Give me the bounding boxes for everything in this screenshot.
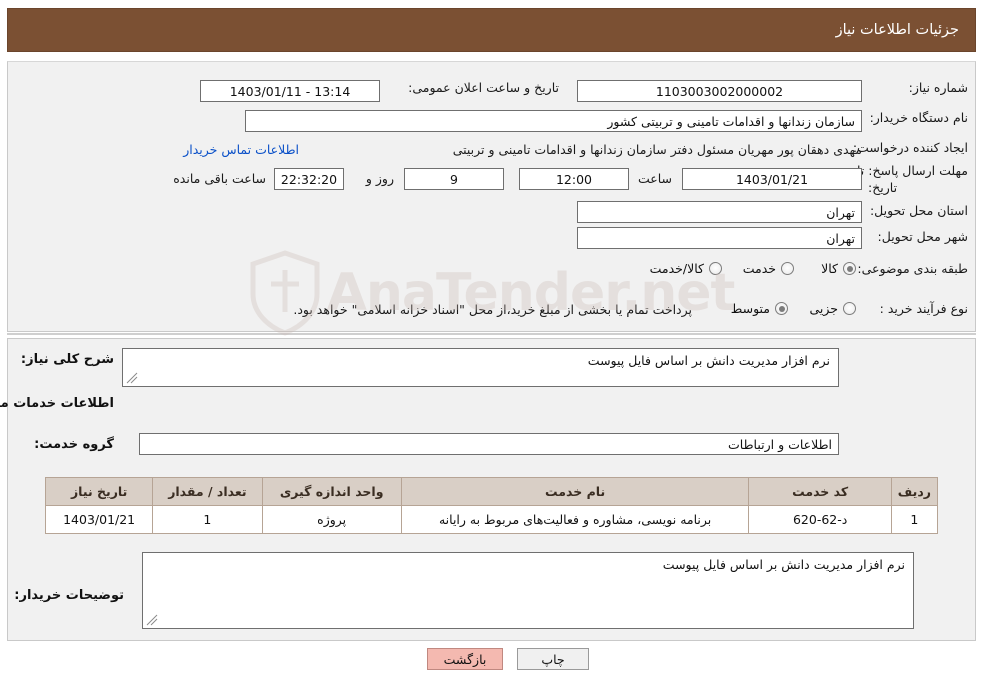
cell-code: د-62-620 — [749, 505, 893, 534]
radio-motevaset-icon[interactable] — [776, 302, 789, 315]
purchase-type-option-jozee-label: جزیی — [810, 301, 839, 316]
requester-value: مهدی دهقان پور مهریان مسئول دفتر سازمان … — [453, 142, 863, 157]
category-option-kala-khedmat[interactable]: کالا/خدمت — [651, 261, 723, 276]
print-button[interactable]: چاپ — [518, 648, 590, 670]
cell-name: برنامه نویسی، مشاوره و فعالیت‌های مربوط … — [401, 505, 751, 534]
requester-label-row: ایجاد کننده درخواست: — [854, 140, 969, 156]
deadline-date-field[interactable]: 1403/01/21 — [683, 168, 863, 190]
announce-datetime-label: تاریخ و ساعت اعلان عمومی: — [409, 80, 560, 95]
category-label: طبقه بندی موضوعی: — [858, 261, 969, 276]
buyer-org-label-row: نام دستگاه خریدار: — [871, 110, 969, 126]
category-option-khedmat-label: خدمت — [743, 261, 777, 276]
purchase-type-note: پرداخت تمام یا بخشی از مبلغ خرید،از محل … — [294, 302, 693, 317]
general-desc-label: شرح کلی نیاز: — [21, 352, 115, 367]
city-label-row: شهر محل تحویل: — [879, 229, 969, 245]
page-header: جزئیات اطلاعات نیاز — [8, 8, 977, 52]
buyer-org-field[interactable]: سازمان زندانها و اقدامات تامینی و تربیتی… — [246, 110, 863, 132]
category-label-row: طبقه بندی موضوعی: — [858, 261, 969, 277]
general-desc-textarea[interactable]: نرم افزار مدیریت دانش بر اساس فایل پیوست — [123, 348, 840, 387]
deadline-remaining-label: ساعت باقی مانده — [174, 171, 267, 186]
deadline-days-field[interactable]: 9 — [405, 168, 505, 190]
radio-kala-icon[interactable] — [844, 262, 857, 275]
purchase-type-label: نوع فرآیند خرید : — [880, 301, 969, 316]
deadline-label-line1: مهلت ارسال پاسخ: تا — [858, 163, 969, 178]
buyer-contact-link[interactable]: اطلاعات تماس خریدار — [184, 142, 300, 157]
buyer-notes-textarea[interactable]: نرم افزار مدیریت دانش بر اساس فایل پیوست — [143, 552, 915, 629]
col-unit: واحد اندازه گیری — [262, 477, 403, 506]
category-option-kala-khedmat-label: کالا/خدمت — [650, 261, 705, 276]
purchase-type-option-jozee[interactable]: جزیی — [810, 301, 857, 316]
radio-jozee-icon[interactable] — [844, 302, 857, 315]
cell-qty: 1 — [153, 505, 264, 534]
deadline-days-label: روز و — [366, 171, 395, 186]
col-code: کد خدمت — [749, 477, 893, 506]
radio-khedmat-icon[interactable] — [782, 262, 795, 275]
col-qty: تعداد / مقدار — [153, 477, 264, 506]
announce-datetime-field[interactable]: 13:14 - 1403/01/11 — [201, 80, 381, 102]
page-root: جزئیات اطلاعات نیاز شماره نیاز: 11030030… — [0, 0, 985, 691]
delivery-province-field[interactable]: تهران — [578, 201, 863, 223]
category-option-khedmat[interactable]: خدمت — [744, 261, 795, 276]
need-number-label: شماره نیاز: — [909, 80, 969, 95]
buyer-notes-value: نرم افزار مدیریت دانش بر اساس فایل پیوست — [663, 557, 906, 572]
deadline-label-line2: تاریخ: — [869, 180, 899, 195]
buyer-org-label: نام دستگاه خریدار: — [870, 110, 969, 125]
services-info-title: اطلاعات خدمات مورد نیاز — [0, 396, 115, 411]
purchase-type-label-row: نوع فرآیند خرید : — [881, 301, 969, 317]
announce-datetime-label-row: تاریخ و ساعت اعلان عمومی: — [409, 80, 560, 96]
back-button[interactable]: بازگشت — [428, 648, 504, 670]
table-row[interactable]: 1 د-62-620 برنامه نویسی، مشاوره و فعالیت… — [45, 505, 940, 534]
need-number-field[interactable]: 1103003002000002 — [578, 80, 863, 102]
col-name: نام خدمت — [401, 477, 751, 506]
need-number-label-row: شماره نیاز: — [910, 80, 969, 96]
page-title: جزئیات اطلاعات نیاز — [836, 22, 960, 38]
deadline-time-field[interactable]: 12:00 — [520, 168, 630, 190]
general-desc-value: نرم افزار مدیریت دانش بر اساس فایل پیوست — [588, 353, 831, 368]
delivery-city-field[interactable]: تهران — [578, 227, 863, 249]
resize-grip-icon[interactable] — [127, 372, 139, 384]
purchase-type-option-motevaset[interactable]: متوسط — [732, 301, 789, 316]
col-index: ردیف — [891, 477, 940, 506]
panel-divider — [8, 333, 977, 335]
purchase-type-option-motevaset-label: متوسط — [731, 301, 771, 316]
category-option-kala-label: کالا — [822, 261, 839, 276]
deadline-countdown-field[interactable]: 22:32:20 — [275, 168, 345, 190]
requester-label: ایجاد کننده درخواست: — [853, 140, 969, 155]
cell-date: 1403/01/21 — [45, 505, 155, 534]
delivery-province-label: استان محل تحویل: — [870, 203, 969, 218]
services-table: ردیف کد خدمت نام خدمت واحد اندازه گیری ت… — [45, 477, 940, 534]
cell-index: 1 — [891, 505, 940, 534]
table-header-row: ردیف کد خدمت نام خدمت واحد اندازه گیری ت… — [45, 477, 940, 506]
service-group-field[interactable]: اطلاعات و ارتباطات — [140, 433, 840, 455]
radio-kala-khedmat-icon[interactable] — [710, 262, 723, 275]
buyer-notes-label: توضیحات خریدار: — [15, 588, 125, 603]
col-date: تاریخ نیاز — [45, 477, 155, 506]
deadline-time-label: ساعت — [638, 171, 673, 186]
category-option-kala[interactable]: کالا — [822, 261, 857, 276]
cell-unit: پروژه — [262, 505, 403, 534]
province-label-row: استان محل تحویل: — [871, 203, 969, 219]
service-group-label: گروه خدمت: — [35, 437, 115, 452]
delivery-city-label: شهر محل تحویل: — [878, 229, 969, 244]
resize-grip-icon-2[interactable] — [147, 614, 159, 626]
